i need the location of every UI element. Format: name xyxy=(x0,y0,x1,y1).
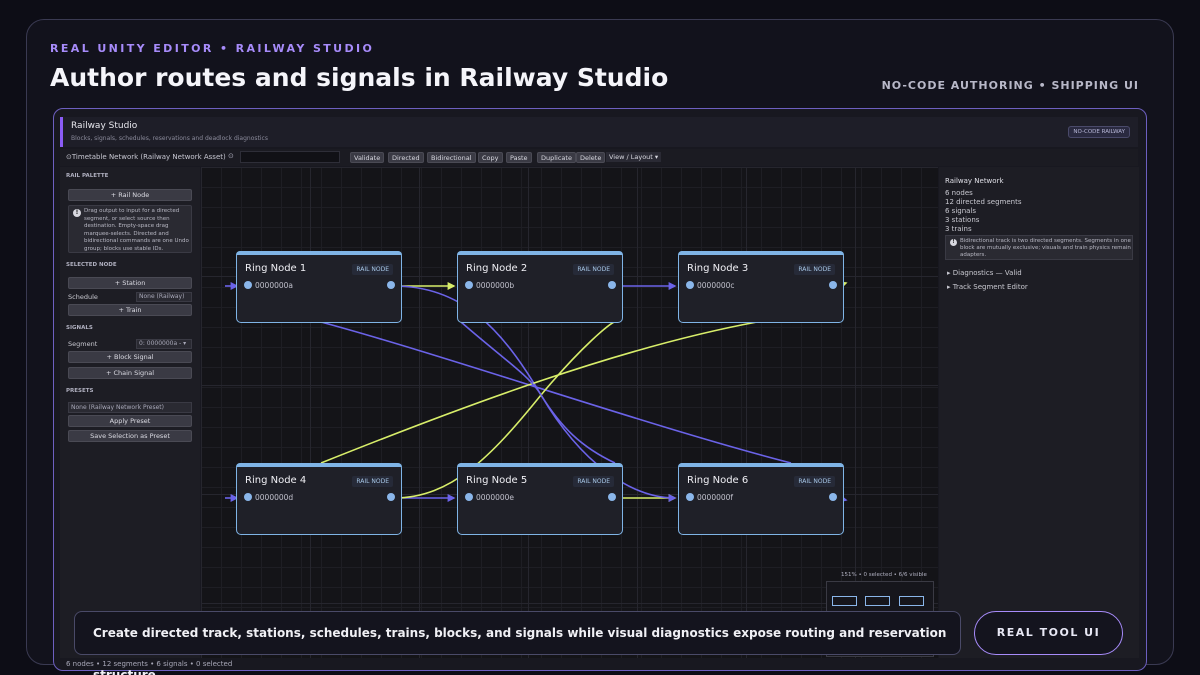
node-badge: RAIL NODE xyxy=(573,264,614,275)
copy-button[interactable]: Copy xyxy=(478,152,503,163)
minimap-node xyxy=(832,596,857,606)
node-id: 0000000a xyxy=(255,281,293,290)
segment-editor-foldout[interactable]: ▸ Track Segment Editor xyxy=(947,283,1028,291)
rail-node-1[interactable]: Ring Node 1 RAIL NODE 0000000a xyxy=(236,251,402,323)
add-block-signal-button[interactable]: + Block Signal xyxy=(68,351,192,363)
diagnostics-foldout[interactable]: ▸ Diagnostics — Valid xyxy=(947,269,1022,277)
node-id: 0000000c xyxy=(697,281,735,290)
stat-nodes: 6 nodes xyxy=(945,189,973,197)
schedule-label: Schedule xyxy=(68,293,98,301)
network-asset-field[interactable]: ⊙Timetable Network (Railway Network Asse… xyxy=(66,153,226,161)
inspector-help-box: ! Bidirectional track is two directed se… xyxy=(945,235,1133,260)
rail-node-6[interactable]: Ring Node 6 RAIL NODE 0000000f xyxy=(678,463,844,535)
add-chain-signal-button[interactable]: + Chain Signal xyxy=(68,367,192,379)
output-port[interactable] xyxy=(608,281,616,289)
node-badge: RAIL NODE xyxy=(573,476,614,487)
page-title: Author routes and signals in Railway Stu… xyxy=(50,63,669,92)
node-title: Ring Node 3 xyxy=(687,263,749,274)
search-input[interactable] xyxy=(240,151,340,163)
caption-box: Create directed track, stations, schedul… xyxy=(74,611,961,675)
graph-canvas[interactable]: Ring Node 1 RAIL NODE 0000000a Ring Node… xyxy=(201,167,938,658)
rail-node-4[interactable]: Ring Node 4 RAIL NODE 0000000d xyxy=(236,463,402,535)
palette-help-text: Drag output to input for a directed segm… xyxy=(84,208,189,252)
node-badge: RAIL NODE xyxy=(352,476,393,487)
bidirectional-button[interactable]: Bidirectional xyxy=(427,152,476,163)
add-station-button[interactable]: + Station xyxy=(68,277,192,289)
segment-dropdown[interactable]: 0: 0000000a - ▾ xyxy=(136,339,192,349)
rail-palette-heading: RAIL PALETTE xyxy=(66,173,109,179)
input-port[interactable] xyxy=(465,493,473,501)
info-icon: ! xyxy=(73,209,81,217)
inspector-help-text: Bidirectional track is two directed segm… xyxy=(960,238,1131,258)
duplicate-button[interactable]: Duplicate xyxy=(537,152,576,163)
node-badge: RAIL NODE xyxy=(352,264,393,275)
node-id: 0000000d xyxy=(255,493,294,502)
window-title: Railway Studio xyxy=(71,121,138,131)
input-port[interactable] xyxy=(244,281,252,289)
input-port[interactable] xyxy=(686,281,694,289)
minimap-node xyxy=(899,596,924,606)
preset-field[interactable]: None (Railway Network Preset) xyxy=(68,402,192,413)
stat-stations: 3 stations xyxy=(945,216,980,224)
node-id: 0000000e xyxy=(476,493,515,502)
validate-button[interactable]: Validate xyxy=(350,152,385,163)
info-icon: ! xyxy=(950,239,957,246)
stat-signals: 6 signals xyxy=(945,207,977,215)
segment-editor-label: Track Segment Editor xyxy=(952,283,1028,291)
rail-node-2[interactable]: Ring Node 2 RAIL NODE 0000000b xyxy=(457,251,623,323)
node-badge: RAIL NODE xyxy=(794,264,835,275)
signals-heading: SIGNALS xyxy=(66,325,93,331)
delete-button[interactable]: Delete xyxy=(576,152,606,163)
output-port[interactable] xyxy=(829,281,837,289)
node-title: Ring Node 5 xyxy=(466,475,528,486)
node-title: Ring Node 2 xyxy=(466,263,528,274)
toolbar: ⊙Timetable Network (Railway Network Asse… xyxy=(60,149,1138,166)
node-title: Ring Node 4 xyxy=(245,475,307,486)
eyebrow: REAL UNITY EDITOR • RAILWAY STUDIO xyxy=(50,42,375,55)
add-train-button[interactable]: + Train xyxy=(68,304,192,316)
input-port[interactable] xyxy=(686,493,694,501)
stat-trains: 3 trains xyxy=(945,225,972,233)
rail-node-3[interactable]: Ring Node 3 RAIL NODE 0000000c xyxy=(678,251,844,323)
minimap-label: 151% • 0 selected • 6/6 visible xyxy=(841,572,927,578)
output-port[interactable] xyxy=(387,281,395,289)
output-port[interactable] xyxy=(608,493,616,501)
minimap-node xyxy=(865,596,890,606)
paste-button[interactable]: Paste xyxy=(506,152,532,163)
real-tool-ui-button[interactable]: REAL TOOL UI xyxy=(974,611,1123,655)
input-port[interactable] xyxy=(465,281,473,289)
inspector-panel: Railway Network 6 nodes 12 directed segm… xyxy=(939,167,1139,658)
rail-node-5[interactable]: Ring Node 5 RAIL NODE 0000000e xyxy=(457,463,623,535)
window-subtitle: Blocks, signals, schedules, reservations… xyxy=(71,135,268,142)
rail-palette-panel: RAIL PALETTE + Rail Node ! Drag output t… xyxy=(60,167,200,658)
segment-label: Segment xyxy=(68,340,98,348)
input-port[interactable] xyxy=(244,493,252,501)
node-title: Ring Node 6 xyxy=(687,475,749,486)
output-port[interactable] xyxy=(387,493,395,501)
directed-button[interactable]: Directed xyxy=(388,152,424,163)
node-id: 0000000b xyxy=(476,281,515,290)
schedule-field[interactable]: None (Railway) xyxy=(136,292,192,302)
stat-segments: 12 directed segments xyxy=(945,198,1022,206)
node-id: 0000000f xyxy=(697,493,734,502)
node-badge: RAIL NODE xyxy=(794,476,835,487)
edge-1-6 xyxy=(320,321,792,464)
window-badge: NO-CODE RAILWAY xyxy=(1068,126,1130,138)
save-selection-preset-button[interactable]: Save Selection as Preset xyxy=(68,430,192,442)
node-title: Ring Node 1 xyxy=(245,263,307,274)
editor-window: Railway Studio Blocks, signals, schedule… xyxy=(53,108,1147,671)
tagline: NO-CODE AUTHORING • SHIPPING UI xyxy=(881,79,1139,92)
selected-node-heading: SELECTED NODE xyxy=(66,262,117,268)
diagnostics-label: Diagnostics — Valid xyxy=(952,269,1022,277)
palette-help-box: ! Drag output to input for a directed se… xyxy=(68,205,192,253)
edge-5-2 xyxy=(460,321,616,464)
output-port[interactable] xyxy=(829,493,837,501)
presets-heading: PRESETS xyxy=(66,388,94,394)
inspector-title: Railway Network xyxy=(945,177,1004,185)
window-title-bar: Railway Studio Blocks, signals, schedule… xyxy=(60,117,1138,147)
asset-picker-icon[interactable]: ⊙ xyxy=(228,152,234,160)
view-layout-menu[interactable]: View / Layout ▾ xyxy=(606,152,662,162)
apply-preset-button[interactable]: Apply Preset xyxy=(68,415,192,427)
add-rail-node-button[interactable]: + Rail Node xyxy=(68,189,192,201)
